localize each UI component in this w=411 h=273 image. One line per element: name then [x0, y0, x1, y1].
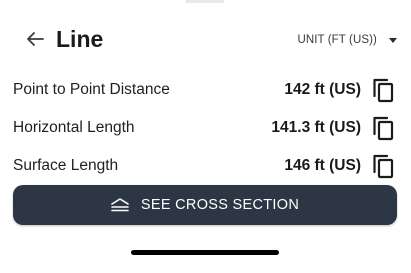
copy-icon[interactable]: [371, 77, 395, 103]
measurement-row-point-to-point: Point to Point Distance 142 ft (US): [0, 74, 411, 112]
measurement-value: 146 ft (US): [284, 157, 361, 174]
header: Line UNIT (FT (US)): [0, 22, 411, 56]
caret-down-icon: [389, 37, 397, 43]
see-cross-section-label: SEE CROSS SECTION: [140, 197, 300, 213]
top-handle: [186, 0, 224, 3]
measurement-label: Point to Point Distance: [13, 81, 170, 98]
measurement-row-surface: Surface Length 146 ft (US): [0, 150, 411, 188]
see-cross-section-button[interactable]: SEE CROSS SECTION: [13, 185, 397, 225]
measurement-value: 141.3 ft (US): [271, 119, 361, 136]
unit-selector[interactable]: UNIT (FT (US)): [297, 30, 397, 50]
copy-icon[interactable]: [371, 115, 395, 141]
measurement-list: Point to Point Distance 142 ft (US) Hori…: [0, 74, 411, 188]
unit-selector-value: UNIT (FT (US)): [297, 34, 377, 46]
arrow-left-icon: [27, 32, 44, 46]
copy-icon[interactable]: [371, 153, 395, 179]
measurement-label: Horizontal Length: [13, 119, 135, 136]
page-title: Line: [56, 26, 104, 52]
cross-section-icon: [111, 198, 129, 212]
measurement-label: Surface Length: [13, 157, 119, 174]
measurement-value: 142 ft (US): [284, 81, 361, 98]
home-indicator[interactable]: [131, 250, 279, 255]
back-button[interactable]: [22, 26, 48, 52]
measurement-row-horizontal: Horizontal Length 141.3 ft (US): [0, 112, 411, 150]
